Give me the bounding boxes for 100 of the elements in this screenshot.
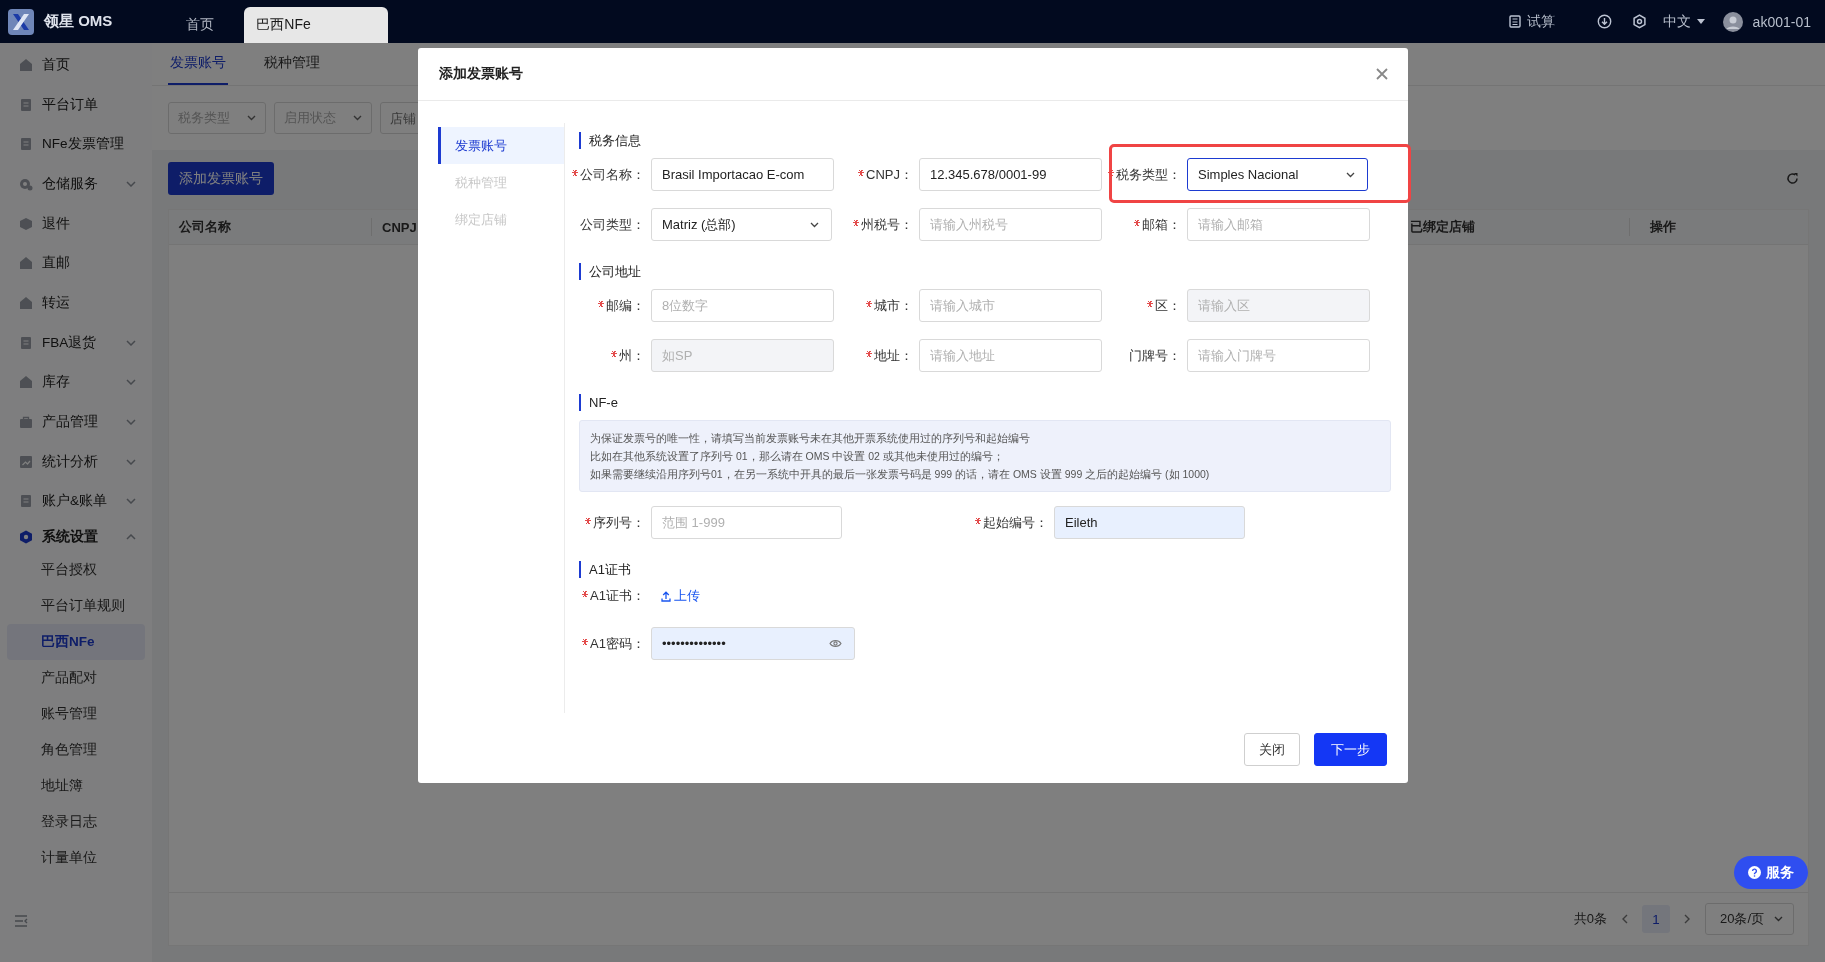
sidebar-subitem[interactable]: 地址簿 <box>7 768 145 805</box>
input-field[interactable]: 请输入地址 <box>919 339 1102 372</box>
sidebar-subitem[interactable]: 平台授权 <box>7 552 145 589</box>
house-icon <box>19 256 33 271</box>
add-button[interactable]: 添加发票账号 <box>168 162 274 195</box>
select-field[interactable]: Simples Nacional <box>1187 158 1368 191</box>
select-field[interactable]: Matriz (总部) <box>651 208 832 241</box>
sidebar-subitem[interactable]: 产品配对 <box>7 660 145 697</box>
input-field[interactable]: 请输入邮箱 <box>1187 208 1370 241</box>
field-label: 序列号： <box>585 513 645 532</box>
calc-link[interactable]: 试算 <box>1526 12 1555 31</box>
field-label: CNPJ： <box>858 165 913 184</box>
next-button[interactable]: 下一步 <box>1314 733 1387 766</box>
field-label: 城市： <box>866 296 913 315</box>
input-field[interactable]: Brasil Importacao E-com <box>651 158 834 191</box>
sidebar-subitem[interactable]: 平台订单规则 <box>7 588 145 625</box>
service-button[interactable]: 服务 <box>1734 856 1808 889</box>
chevron-icon <box>126 419 136 426</box>
close-button[interactable]: 关闭 <box>1244 733 1300 766</box>
chevron-icon <box>126 533 136 540</box>
field-label: A1证书： <box>582 587 645 605</box>
input-field[interactable]: Eileth <box>1054 506 1245 539</box>
section-title: 税务信息 <box>579 132 1391 149</box>
step-item[interactable]: 发票账号 <box>438 127 564 164</box>
field-label: 邮箱： <box>1134 215 1181 234</box>
field-label: 州税号： <box>853 215 913 234</box>
password-field[interactable]: •••••••••••••• <box>651 627 855 660</box>
dialog-title: 添加发票账号 <box>439 65 523 83</box>
sidebar-item[interactable]: 库存 <box>0 362 152 403</box>
eye-icon[interactable] <box>829 639 842 648</box>
tab[interactable]: 税种管理 <box>262 43 322 85</box>
language-select[interactable]: 中文 <box>1662 12 1691 31</box>
caret-icon <box>1696 19 1705 24</box>
caret-icon <box>353 115 362 121</box>
next-icon[interactable] <box>1683 914 1691 924</box>
notice-text: 如果需要继续沿用序列号01，在另一系统中开具的最后一张发票号码是 999 的话，请在 OMS 设置 999 之后的起始编号 (如 1000) <box>590 467 1211 482</box>
sidebar-item[interactable]: 退件 <box>0 203 152 244</box>
page-tab[interactable]: 首页 <box>156 7 245 43</box>
caret-icon <box>247 115 256 121</box>
sidebar-item[interactable]: 统计分析 <box>0 441 152 482</box>
sidebar-item[interactable]: 平台订单 <box>0 84 152 125</box>
sidebar-item[interactable]: NFe发票管理 <box>0 124 152 165</box>
column-header: CNPJ <box>382 219 417 235</box>
notice-text: 比如在其他系统设置了序列号 01，那么请在 OMS 中设置 02 或其他未使用过的编号； <box>590 449 1005 464</box>
field-label: 邮编： <box>598 296 645 315</box>
sidebar-subitem[interactable]: 计量单位 <box>7 840 145 877</box>
sidebar-item[interactable]: 产品管理 <box>0 402 152 442</box>
user-name[interactable]: ak001-01 <box>1752 13 1811 30</box>
caret-icon <box>1346 171 1355 178</box>
field-label: 门牌号： <box>1129 346 1181 365</box>
sidebar-item[interactable]: 转运 <box>0 283 152 323</box>
input-field[interactable]: 8位数字 <box>651 289 834 322</box>
download-icon[interactable] <box>1596 14 1612 29</box>
bag-icon <box>19 415 33 430</box>
page-tab[interactable]: 巴西NFe <box>244 7 389 43</box>
sidebar-subitem[interactable]: 角色管理 <box>7 732 145 769</box>
field-label: 公司名称： <box>572 165 645 184</box>
logo-icon <box>8 8 34 35</box>
sidebar-item[interactable]: 直邮 <box>0 243 152 284</box>
sidebar-item[interactable]: 账户&账单 <box>0 481 152 522</box>
caret-icon <box>810 221 819 228</box>
section-title: A1证书 <box>579 561 1391 578</box>
page-number[interactable]: 1 <box>1641 905 1670 933</box>
field-label: 税务类型： <box>1108 165 1181 184</box>
document-icon <box>19 137 33 152</box>
field-label: 区： <box>1147 296 1181 315</box>
input-field[interactable]: 12.345.678/0001-99 <box>919 158 1102 191</box>
field-label: 公司类型： <box>580 215 645 234</box>
document-icon <box>19 494 33 509</box>
sidebar-subitem[interactable]: 账号管理 <box>7 696 145 733</box>
input-field[interactable]: 请输入州税号 <box>919 208 1102 241</box>
settings-icon[interactable] <box>1631 14 1647 29</box>
close-icon[interactable] <box>1376 68 1388 80</box>
sidebar-item[interactable]: 仓储服务 <box>0 164 152 204</box>
calculator-icon[interactable] <box>1508 15 1521 28</box>
previous-icon[interactable] <box>1620 914 1628 924</box>
sidebar-item[interactable]: 首页 <box>0 45 152 85</box>
sidebar-item[interactable]: FBA退货 <box>0 322 152 363</box>
section-title: 公司地址 <box>579 263 1391 280</box>
sidebar-subitem[interactable]: 巴西NFe <box>7 624 145 661</box>
notice-text: 为保证发票号的唯一性，请填写当前发票账号未在其他开票系统使用过的序列号和起始编号 <box>590 431 1031 446</box>
refresh-icon[interactable] <box>1786 172 1799 185</box>
chevron-icon <box>126 458 136 465</box>
avatar-icon[interactable] <box>1722 11 1743 32</box>
total-count: 共0条 <box>1573 910 1607 928</box>
input-field[interactable]: 请输入城市 <box>919 289 1102 322</box>
document-icon <box>19 97 33 112</box>
field-label: A1密码： <box>582 634 645 653</box>
input-field[interactable]: 请输入门牌号 <box>1187 339 1370 372</box>
page-size-select[interactable]: 20条/页 <box>1704 903 1794 935</box>
field-label: 州： <box>611 346 645 365</box>
field-label: 起始编号： <box>975 513 1048 532</box>
document-icon <box>19 335 33 350</box>
column-header: 操作 <box>1650 219 1676 234</box>
column-header: 公司名称 <box>179 219 231 234</box>
sidebar-subitem[interactable]: 登录日志 <box>7 804 145 841</box>
chart-icon <box>19 454 33 469</box>
input-field[interactable]: 范围 1-999 <box>651 506 842 539</box>
sidebar-item[interactable]: 系统设置 <box>0 521 152 553</box>
upload-link[interactable]: 上传 <box>661 587 700 605</box>
